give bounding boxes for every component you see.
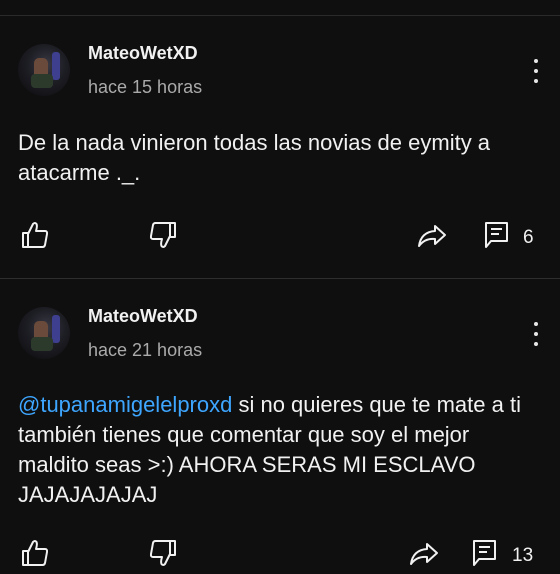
thumbs-down-icon[interactable] (148, 538, 178, 568)
comment-divider (0, 278, 560, 279)
comment-text: @tupanamigelelproxd si no quieres que te… (18, 390, 543, 510)
more-vertical-icon[interactable] (527, 56, 545, 86)
thumbs-down-icon[interactable] (148, 220, 178, 250)
reply-count[interactable]: 6 (523, 227, 534, 249)
thumbs-up-icon[interactable] (20, 538, 50, 568)
avatar[interactable] (18, 307, 70, 359)
top-divider (0, 15, 560, 16)
avatar-figure (52, 52, 60, 80)
avatar[interactable] (18, 44, 70, 96)
comment-timestamp: hace 21 horas (88, 340, 203, 360)
comment-actions: 6 (0, 220, 560, 256)
share-icon[interactable] (408, 538, 440, 568)
comment-timestamp: hace 15 horas (88, 77, 203, 97)
avatar-figure (31, 74, 53, 88)
comment-text: De la nada vinieron todas las novias de … (18, 130, 491, 185)
reply-count[interactable]: 13 (512, 545, 533, 567)
comment-icon[interactable] (470, 538, 500, 568)
comment-author[interactable]: MateoWetXD (88, 306, 198, 327)
thumbs-up-icon[interactable] (20, 220, 50, 250)
avatar-figure (31, 337, 53, 351)
avatar-figure (52, 315, 60, 343)
user-mention-link[interactable]: @tupanamigelelproxd (18, 392, 232, 417)
comment-icon[interactable] (482, 220, 512, 250)
comment-actions: 13 (0, 538, 560, 574)
comment-author[interactable]: MateoWetXD (88, 43, 198, 64)
more-vertical-icon[interactable] (527, 319, 545, 349)
share-icon[interactable] (416, 220, 448, 250)
